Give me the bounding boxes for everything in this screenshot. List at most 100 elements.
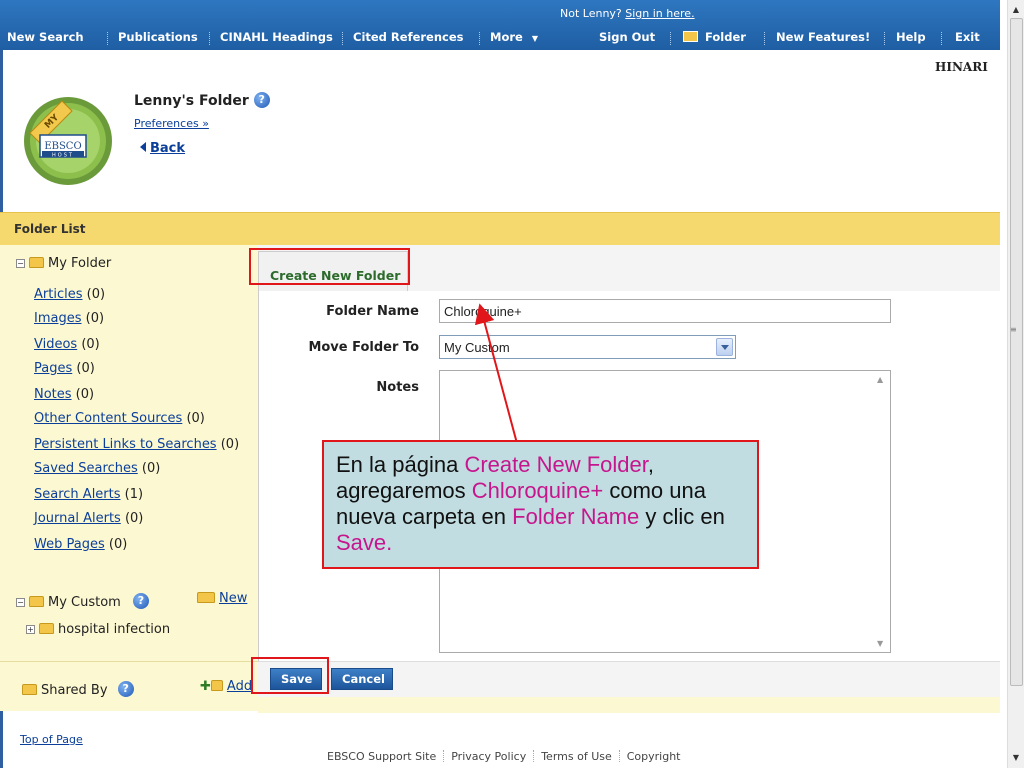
nav-separator — [209, 32, 210, 45]
institution-name: HINARI — [935, 60, 988, 74]
help-icon[interactable]: ? — [117, 681, 134, 697]
custom-folder-hospital-infection[interactable]: + hospital infection — [26, 622, 170, 637]
nav-separator — [670, 32, 671, 45]
sidebar-item-pages[interactable]: Pages — [34, 361, 72, 376]
sidebar-item-persistent-links[interactable]: Persistent Links to Searches — [34, 437, 217, 452]
nav-cited-references[interactable]: Cited References — [353, 30, 464, 44]
folder-name-label: Folder Name — [326, 304, 419, 319]
nav-folder-label: Folder — [705, 30, 746, 44]
scroll-up-icon[interactable]: ▲ — [1008, 2, 1024, 18]
my-custom-node[interactable]: − My Custom ? — [16, 593, 149, 610]
list-item: Articles (0) — [34, 286, 239, 310]
expand-icon[interactable]: + — [26, 625, 35, 634]
folder-icon — [210, 680, 223, 691]
instruction-callout: En la página Create New Folder, agregare… — [322, 440, 759, 569]
sidebar-item-journal-alerts[interactable]: Journal Alerts — [34, 511, 121, 526]
nav-publications[interactable]: Publications — [118, 30, 198, 44]
footer-terms-link[interactable]: Terms of Use — [534, 750, 619, 763]
callout-highlight-1: Create New Folder — [464, 452, 648, 477]
sidebar-item-videos[interactable]: Videos — [34, 337, 77, 352]
folder-icon — [22, 684, 37, 695]
textarea-scrollbar[interactable]: ▲ ▼ — [873, 371, 890, 652]
sidebar-item-web-pages[interactable]: Web Pages — [34, 537, 105, 552]
footer-links: EBSCO Support Site Privacy Policy Terms of… — [320, 750, 688, 763]
collapse-icon[interactable]: − — [16, 259, 25, 268]
page: Not Lenny? Sign in here. New Search Publ… — [0, 0, 1000, 768]
sidebar-item-search-alerts[interactable]: Search Alerts — [34, 487, 121, 502]
my-custom-label: My Custom — [48, 595, 121, 610]
folder-icon — [29, 596, 44, 607]
my-folder-node[interactable]: − My Folder — [16, 256, 111, 271]
nav-separator — [884, 32, 885, 45]
folder-list-title: Folder List — [14, 222, 86, 236]
sidebar-item-other-content[interactable]: Other Content Sources — [34, 411, 182, 426]
folder-list-bar: Folder List — [0, 212, 1000, 245]
callout-highlight-3: Folder Name — [512, 504, 640, 529]
footer-copyright-link[interactable]: Copyright — [620, 750, 688, 763]
preferences-link[interactable]: Preferences » — [134, 117, 209, 130]
nav-more-menu[interactable]: More ▼ — [490, 30, 538, 44]
page-title-text: Lenny's Folder — [134, 93, 249, 109]
list-item: Journal Alerts (0) — [34, 510, 239, 536]
scrollbar-grip-icon: ≡ — [1010, 325, 1017, 334]
item-count: (0) — [81, 311, 105, 326]
nav-separator — [342, 32, 343, 45]
help-icon[interactable]: ? — [133, 593, 149, 609]
sidebar-item-articles[interactable]: Articles — [34, 287, 82, 302]
dropdown-arrow-icon[interactable] — [716, 338, 733, 356]
nav-help[interactable]: Help — [896, 30, 926, 44]
item-count: (0) — [71, 387, 95, 402]
list-item: Saved Searches (0) — [34, 460, 239, 486]
sidebar-item-notes[interactable]: Notes — [34, 387, 72, 402]
notes-label: Notes — [376, 380, 419, 395]
list-item: Web Pages (0) — [34, 536, 239, 560]
new-folder-link[interactable]: New — [197, 591, 247, 606]
folder-name-input[interactable]: Chloroquine+ — [439, 299, 891, 323]
page-title: Lenny's Folder ? — [134, 92, 270, 109]
move-folder-to-select[interactable]: My Custom — [439, 335, 736, 359]
footer-support-link[interactable]: EBSCO Support Site — [320, 750, 443, 763]
item-count: (0) — [77, 337, 100, 352]
form-bottom-strip — [258, 697, 1000, 713]
shared-by-node[interactable]: Shared By ? — [22, 681, 134, 698]
item-count: (0) — [137, 461, 161, 476]
nav-exit[interactable]: Exit — [955, 30, 980, 44]
form-button-bar: Save Cancel — [258, 661, 1000, 697]
signin-link[interactable]: Sign in here. — [625, 7, 694, 20]
tab-create-new-folder[interactable]: Create New Folder — [258, 251, 408, 291]
back-label: Back — [150, 141, 186, 156]
save-button[interactable]: Save — [270, 668, 322, 690]
footer-privacy-link[interactable]: Privacy Policy — [444, 750, 533, 763]
nav-new-search[interactable]: New Search — [7, 30, 84, 44]
add-shared-link[interactable]: ✚ Add — [200, 679, 252, 694]
cancel-button[interactable]: Cancel — [331, 668, 393, 690]
scrollbar-thumb[interactable] — [1010, 18, 1023, 686]
nav-row: New Search Publications CINAHL Headings … — [0, 30, 1000, 48]
nav-sign-out[interactable]: Sign Out — [599, 30, 655, 44]
list-item: Pages (0) — [34, 360, 239, 386]
folder-item-list: Articles (0) Images (0) Videos (0) Pages… — [34, 286, 239, 560]
move-folder-to-value: My Custom — [444, 340, 510, 355]
callout-text-1: En la página — [336, 452, 465, 477]
sidebar-item-saved-searches[interactable]: Saved Searches — [34, 461, 138, 476]
nav-cinahl-headings[interactable]: CINAHL Headings — [220, 30, 333, 44]
chevron-down-icon: ▼ — [531, 34, 538, 43]
back-link[interactable]: Back — [140, 141, 185, 156]
scroll-down-icon[interactable]: ▼ — [877, 639, 883, 648]
nav-more-label: More — [490, 30, 523, 44]
nav-new-features[interactable]: New Features! — [776, 30, 870, 44]
sidebar-item-images[interactable]: Images — [34, 311, 82, 326]
collapse-icon[interactable]: − — [16, 598, 25, 607]
add-label: Add — [226, 679, 253, 694]
item-count: (1) — [120, 487, 144, 502]
scroll-up-icon[interactable]: ▲ — [877, 375, 883, 384]
nav-folder[interactable]: Folder — [683, 30, 746, 44]
list-item: Images (0) — [34, 310, 239, 336]
scroll-down-icon[interactable]: ▼ — [1008, 750, 1024, 766]
page-scrollbar[interactable]: ▲ ≡ ▼ — [1007, 0, 1024, 768]
sidebar: − My Folder Articles (0) Images (0) Video… — [0, 245, 258, 711]
top-of-page-link[interactable]: Top of Page — [20, 733, 83, 746]
nav-separator — [941, 32, 942, 45]
help-icon[interactable]: ? — [253, 92, 270, 108]
top-nav-bar: Not Lenny? Sign in here. New Search Publ… — [0, 0, 1000, 50]
